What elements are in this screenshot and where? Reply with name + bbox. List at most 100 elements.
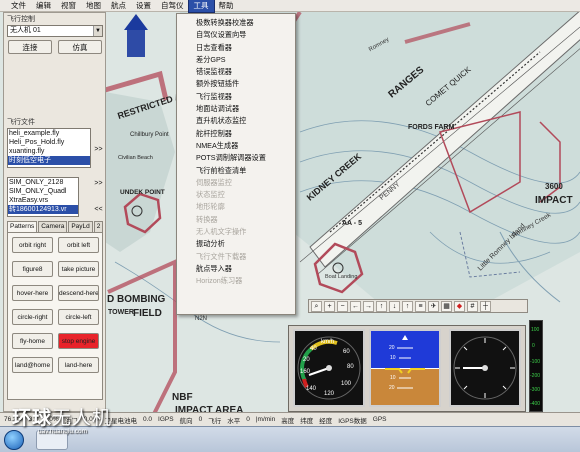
figure8-button[interactable]: figure8 (12, 261, 53, 277)
vertical-speed-gauge (449, 329, 521, 407)
forward-button[interactable]: >> (92, 179, 105, 189)
menu-waypoint[interactable]: 航点 (106, 0, 131, 12)
menu-file[interactable]: 文件 (6, 0, 31, 12)
map-label-boat-landing: Boat Landing (325, 274, 358, 280)
map-label-n2n: N2N (195, 316, 208, 322)
menu-item-tool[interactable]: 飞行监视器 (177, 91, 295, 103)
arrow-left-icon[interactable]: ← (350, 300, 361, 312)
grid-icon[interactable]: # (467, 300, 478, 312)
take-picture-button[interactable]: take picture (58, 261, 99, 277)
flight-file-list[interactable]: heli_example.fly Heli_Pos_Hold.fly xuant… (7, 128, 91, 168)
menu-help[interactable]: 帮助 (214, 0, 239, 12)
menu-item-tool[interactable]: 极数转换器校准器 (177, 17, 295, 29)
ruler-icon[interactable]: ┼ (480, 300, 491, 312)
list-item[interactable]: 转18600124913.vr (8, 205, 78, 214)
map-label-impact-right: IMPACT (535, 195, 573, 206)
circle-left-button[interactable]: circle-left (58, 309, 99, 325)
menu-map[interactable]: 地图 (81, 0, 106, 12)
pitch-ladder (385, 335, 425, 389)
level-value: 0 (246, 416, 250, 423)
zoom-in-icon[interactable]: + (324, 300, 335, 312)
tape-tick: 0 (532, 343, 535, 349)
fly-home-button[interactable]: fly-home (12, 333, 53, 349)
menu-edit[interactable]: 编辑 (31, 0, 56, 12)
menu-item-tool: 转换器 (196, 214, 218, 224)
list-item[interactable]: SIM_ONLY_2128 (8, 178, 78, 187)
aircraft-icon[interactable]: ✈ (428, 300, 439, 312)
arrow-right-icon[interactable]: → (363, 300, 374, 312)
airspeed-tick: 40 (310, 346, 317, 352)
back-button[interactable]: << (92, 205, 105, 215)
pattern-tabs: Patterns Camera PayLd 2 (7, 221, 104, 232)
arrow-down-icon[interactable]: ↓ (389, 300, 400, 312)
list-item[interactable]: 时刻低空电子 (8, 156, 90, 165)
connect-button[interactable]: 连接 (8, 40, 52, 54)
load-file-button[interactable]: >> (92, 145, 105, 155)
list-item[interactable]: XtraEasy.vrs (8, 196, 78, 205)
menu-item-tool[interactable]: POTS调制解调器设置 (177, 152, 295, 164)
flight-label: 飞行 (208, 417, 222, 425)
menu-tools[interactable]: 工具 (187, 0, 215, 13)
menu-item-tool[interactable]: 舵杆控制器 (177, 128, 295, 140)
altitude-label: 高度 (281, 417, 295, 425)
tape-tick: -200 (530, 373, 541, 379)
menu-item-tool[interactable]: 直升机状态监控 (177, 115, 295, 127)
land-here-button[interactable]: land-here (58, 357, 99, 373)
map-icon[interactable]: ▦ (441, 300, 452, 312)
vehicle-select[interactable]: 无人机 01 ▼ (7, 25, 103, 37)
gps-status: GPS (372, 416, 387, 423)
menu-item-tool: Horizon练习器 (196, 276, 243, 286)
airspeed-gauge: km/h 60 80 100 120 140 160 40 20 (293, 329, 365, 407)
tab-patterns[interactable]: Patterns (7, 221, 38, 232)
gps-label: IGPS (158, 416, 174, 423)
orbit-left-button[interactable]: orbit left (58, 237, 99, 253)
chevron-down-icon[interactable]: ▼ (93, 26, 102, 36)
menu-item-tool[interactable]: 错误监视器 (177, 66, 295, 78)
descend-here-button[interactable]: descend-here (58, 285, 99, 301)
menu-autopilot[interactable]: 自驾仪 (156, 0, 189, 12)
tab-2[interactable]: 2 (93, 221, 104, 232)
arrow-up-icon[interactable]: ↑ (376, 300, 387, 312)
list-item[interactable]: Heli_Pos_Hold.fly (8, 138, 90, 147)
orbit-right-button[interactable]: orbit right (12, 237, 53, 253)
menu-item-tool[interactable]: 自驾仪设置向导 (177, 29, 295, 41)
menu-item-tool: 伺服器监控 (196, 177, 232, 187)
watermark: 环球无人机 uav.huanqiu.com (12, 403, 152, 435)
vehicle-select-value: 无人机 01 (10, 27, 41, 34)
layers-icon[interactable]: ≡ (415, 300, 426, 312)
menu-item-tool[interactable]: 额外按钮插件 (177, 78, 295, 90)
map-label-elevation: 3600 (545, 182, 563, 191)
menu-item-tool[interactable]: 差分GPS (177, 54, 295, 66)
start-button-icon[interactable] (4, 430, 24, 450)
menu-item-tool[interactable]: 日志查看器 (177, 42, 295, 54)
list-item[interactable]: xuanting.fly (8, 147, 90, 156)
diamond-icon[interactable]: ◆ (454, 300, 465, 312)
list-item[interactable]: SIM_ONLY_Quadl (8, 187, 78, 196)
instrument-panel: km/h 60 80 100 120 140 160 40 20 20 10 1… (288, 320, 543, 412)
stop-engine-button[interactable]: stop engine (58, 333, 99, 349)
zoom-out-icon[interactable]: − (337, 300, 348, 312)
menu-item-tool[interactable]: 地面站调试器 (177, 103, 295, 115)
menu-view[interactable]: 视窗 (56, 0, 81, 12)
pitch-label: 20 (389, 385, 395, 391)
land-home-button[interactable]: land@home (12, 357, 53, 373)
list-item[interactable]: heli_example.fly (8, 129, 90, 138)
airspeed-tick: 60 (343, 349, 350, 355)
simulate-button[interactable]: 仿真 (58, 40, 102, 54)
sim-file-list[interactable]: SIM_ONLY_2128 SIM_ONLY_Quadl XtraEasy.vr… (7, 177, 79, 217)
circle-right-button[interactable]: circle-right (12, 309, 53, 325)
menu-item-tool[interactable]: 飞行前检查清单 (177, 165, 295, 177)
menu-item-tool[interactable]: 振动分析 (177, 238, 295, 250)
tab-payload[interactable]: PayLd (68, 221, 93, 232)
map-label-nbf: NBF (172, 392, 193, 403)
airspeed-tick: 120 (324, 391, 335, 397)
tape-tick: -400 (530, 401, 541, 407)
tab-camera[interactable]: Camera (38, 221, 68, 232)
menu-item-tool[interactable]: NMEA生成器 (177, 140, 295, 152)
airspeed-unit: km/h (321, 339, 335, 345)
search-icon[interactable]: ⌕ (311, 300, 322, 312)
menu-item-tool[interactable]: 航点导入器 (177, 263, 295, 275)
hover-here-button[interactable]: hover-here (12, 285, 53, 301)
arrow-up-alt-icon[interactable]: ↑ (402, 300, 413, 312)
menu-settings[interactable]: 设置 (131, 0, 156, 12)
